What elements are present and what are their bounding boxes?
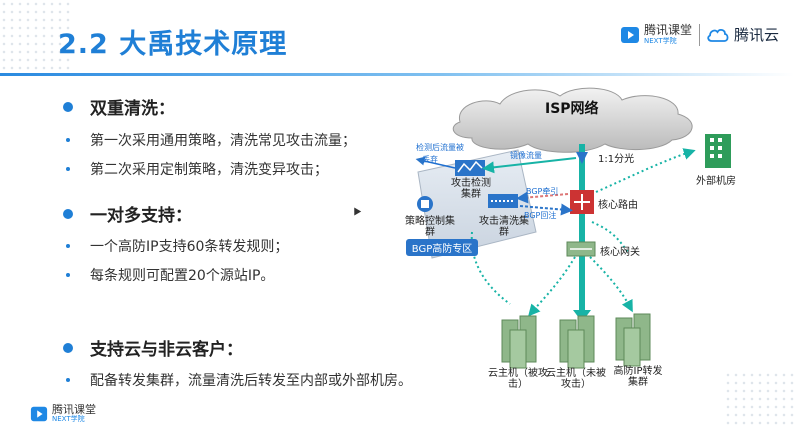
discard-label: 丢弃 <box>422 155 438 164</box>
building-icon <box>705 134 731 168</box>
item-bullet <box>66 273 70 277</box>
keting-sub: NEXT学院 <box>644 37 677 45</box>
external-room-label: 外部机房 <box>696 176 736 187</box>
host-attacked-label: 云主机（被攻击） <box>488 368 548 390</box>
item-bullet <box>66 138 70 142</box>
bgp-zone-label: BGP高防专区 <box>402 239 482 256</box>
section-one-to-many: 一对多支持： <box>63 201 192 226</box>
list-item-text: 第一次采用通用策略，清洗常见攻击流量； <box>90 133 356 149</box>
section-title: 一对多支持： <box>90 206 192 226</box>
title-underline <box>0 73 794 76</box>
forward-cluster-label: 高防IP转发集群 <box>613 366 663 388</box>
core-router-label: 核心路由 <box>598 200 638 211</box>
server-stack-icon <box>615 313 651 367</box>
policy-cluster-label: 策略控制集群 <box>405 216 455 238</box>
list-item: 第二次采用定制策略，清洗变异攻击； <box>66 159 328 179</box>
tencent-cloud-name: 腾讯云 <box>734 26 780 44</box>
section-bullet <box>63 342 73 353</box>
footer-play-icon <box>30 406 48 421</box>
split-ratio-label: 1:1分光 <box>598 154 635 165</box>
cloud-icon <box>707 28 729 42</box>
list-item: 一个高防IP支持60条转发规则； <box>66 236 288 256</box>
list-item-text: 一个高防IP支持60条转发规则； <box>90 239 289 255</box>
list-item: 每条规则可配置20个源站IP。 <box>66 265 274 285</box>
bgp-zone-pill: BGP高防专区 <box>405 239 479 256</box>
brand-divider <box>699 24 700 46</box>
tencent-cloud-logo: 腾讯云 <box>706 24 779 45</box>
footer-brand-sub: NEXT学院 <box>52 415 85 423</box>
slide-title: 2.2 大禹技术原理 <box>58 29 288 60</box>
clean-cluster-label: 攻击清洗集群 <box>479 216 529 238</box>
bgp-return-label: BGP回注 <box>524 211 557 220</box>
section-cloud-support: 支持云与非云客户： <box>63 335 243 360</box>
server-stack-icon <box>501 315 537 369</box>
section-title: 双重清洗： <box>90 99 175 119</box>
isp-network-label: ISP网络 <box>545 101 599 117</box>
network-diagram: ISP网络 检测后流量被 丢弃 镜像流量 1:1分光 攻击检测集群 策略控制集群… <box>360 82 794 402</box>
section-title: 支持云与非云客户： <box>90 340 243 360</box>
server-stack-icon <box>559 315 595 369</box>
keting-name: 腾讯课堂 <box>644 23 693 37</box>
section-bullet <box>63 101 73 112</box>
item-bullet <box>66 378 70 382</box>
core-gateway-label: 核心网关 <box>600 247 640 258</box>
section-bullet <box>63 208 73 219</box>
section-dual-clean: 双重清洗： <box>63 94 175 119</box>
footer-brand-name: 腾讯课堂 <box>52 403 96 416</box>
item-bullet <box>66 244 70 248</box>
detect-cluster-icon <box>455 160 485 176</box>
detected-traffic-label: 检测后流量被 <box>416 143 464 152</box>
bgp-pull-label: BGP牵引 <box>526 187 559 196</box>
list-item-text: 第二次采用定制策略，清洗变异攻击； <box>90 162 328 178</box>
keting-logo: 腾讯课堂 NEXT学院 <box>620 24 692 45</box>
keting-play-icon <box>621 26 639 43</box>
host-not-attacked-label: 云主机（未被攻击） <box>546 368 606 390</box>
list-item: 第一次采用通用策略，清洗常见攻击流量； <box>66 130 356 150</box>
mirror-traffic-label: 镜像流量 <box>510 151 542 160</box>
footer-keting-logo: 腾讯课堂 NEXT学院 <box>30 404 96 423</box>
item-bullet <box>66 167 70 171</box>
detect-cluster-label: 攻击检测集群 <box>451 178 491 200</box>
list-item-text: 每条规则可配置20个源站IP。 <box>90 268 275 284</box>
